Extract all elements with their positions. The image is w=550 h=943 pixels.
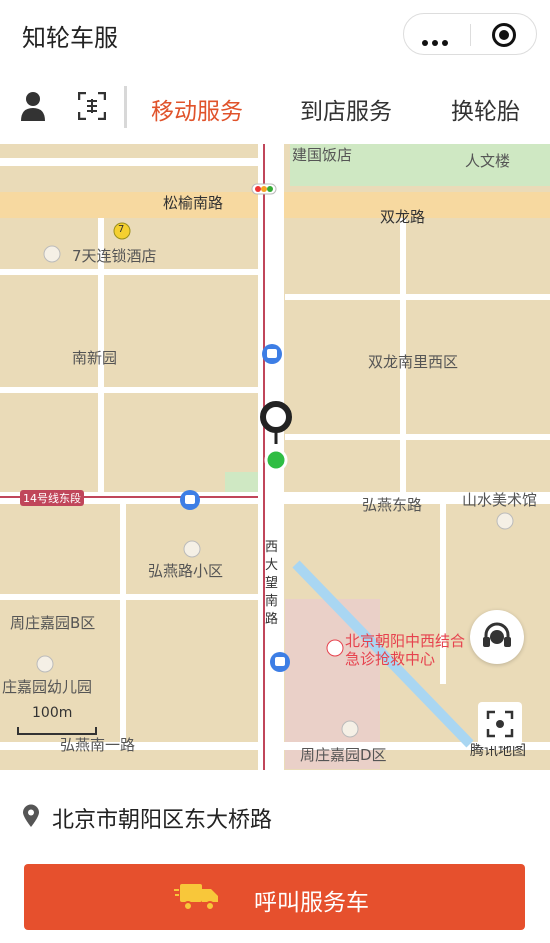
destination-marker <box>260 401 292 433</box>
call-service-vehicle-button[interactable]: 呼叫服务车 <box>24 864 525 930</box>
address-row[interactable]: 北京市朝阳区东大桥路 <box>0 780 550 850</box>
truck-icon <box>174 884 218 911</box>
hospital-poi-icon <box>326 639 344 657</box>
map-label-hongyan-community: 弘燕路小区 <box>148 562 224 580</box>
locate-icon[interactable] <box>478 702 522 746</box>
map-label-7days: 7天连锁酒店 <box>72 247 157 265</box>
mini-program-capsule <box>403 13 537 55</box>
map-label-shuanglong-nanli: 双龙南里西区 <box>368 353 459 371</box>
map-label-shuanglong-road: 双龙路 <box>380 208 426 226</box>
map-label-emergency: 北京朝阳中西结合急诊抢救中心 <box>345 632 466 668</box>
street-f <box>0 594 260 600</box>
kindergarten-poi-icon <box>36 655 54 673</box>
community-poi-icon <box>183 540 201 558</box>
more-icon[interactable] <box>422 31 452 50</box>
map-label-songyu: 松榆南路 <box>163 194 224 212</box>
tab-store-service[interactable]: 到店服务 <box>300 92 392 126</box>
map-label-nanxin: 南新园 <box>72 349 118 367</box>
bus-stop-icon <box>262 344 282 364</box>
tab-mobile-service[interactable]: 移动服务 <box>151 92 243 126</box>
map-label-xidawang: 西大望南路 <box>265 540 279 627</box>
street-v3 <box>120 504 126 742</box>
street-c <box>285 294 550 300</box>
close-icon[interactable] <box>492 23 516 47</box>
map-view[interactable]: 建国饭店 人文楼 松榆南路 双龙路 7 7天连锁酒店 南新园 双龙南里西区 14… <box>0 144 550 770</box>
metro-badge: 7 <box>118 224 125 235</box>
traffic-light-amber <box>261 186 267 192</box>
map-label-kindergarten: 庄嘉园幼儿园 <box>2 678 93 696</box>
hotel-poi-icon <box>43 245 61 263</box>
map-label-zhouzhuang-b: 周庄嘉园B区 <box>10 614 96 632</box>
street-a <box>0 158 270 166</box>
call-button-label: 呼叫服务车 <box>254 890 369 916</box>
map-label-hongyan-south-1: 弘燕南一路 <box>60 736 136 754</box>
app-title: 知轮车服 <box>22 24 118 52</box>
map-label-renwen: 人文楼 <box>465 152 511 170</box>
user-icon[interactable] <box>20 90 46 122</box>
bus-stop-icon-3 <box>270 652 290 672</box>
traffic-light-green <box>267 186 273 192</box>
traffic-light-red <box>255 186 261 192</box>
customer-service-icon[interactable] <box>470 610 524 664</box>
scan-icon[interactable] <box>78 92 106 120</box>
museum-poi-icon <box>496 512 514 530</box>
tab-change-tire[interactable]: 换轮胎 <box>451 92 520 126</box>
street-d <box>0 387 260 393</box>
community-d-poi-icon <box>341 720 359 738</box>
map-scale-label: 100m <box>32 705 73 721</box>
address-text: 北京市朝阳区东大桥路 <box>52 808 273 833</box>
current-position-dot <box>264 448 288 472</box>
street-e <box>285 434 550 440</box>
metro-line-14-label: 14号线东段 <box>20 490 84 506</box>
map-label-hongyan-east: 弘燕东路 <box>362 496 423 514</box>
map-label-zhouzhuang-d: 周庄嘉园D区 <box>300 746 387 764</box>
capsule-divider <box>470 24 471 46</box>
street-b <box>0 269 270 275</box>
bus-stop-icon-2 <box>180 490 200 510</box>
location-pin-icon <box>23 804 39 827</box>
map-label-shanshui: 山水美术馆 <box>462 491 538 509</box>
service-nav: 移动服务 到店服务 换轮胎 <box>0 72 550 145</box>
nav-separator <box>124 86 127 128</box>
map-label-jianguo-hotel: 建国饭店 <box>292 146 353 164</box>
title-bar: 知轮车服 <box>0 0 550 70</box>
scale-bar <box>17 727 97 735</box>
